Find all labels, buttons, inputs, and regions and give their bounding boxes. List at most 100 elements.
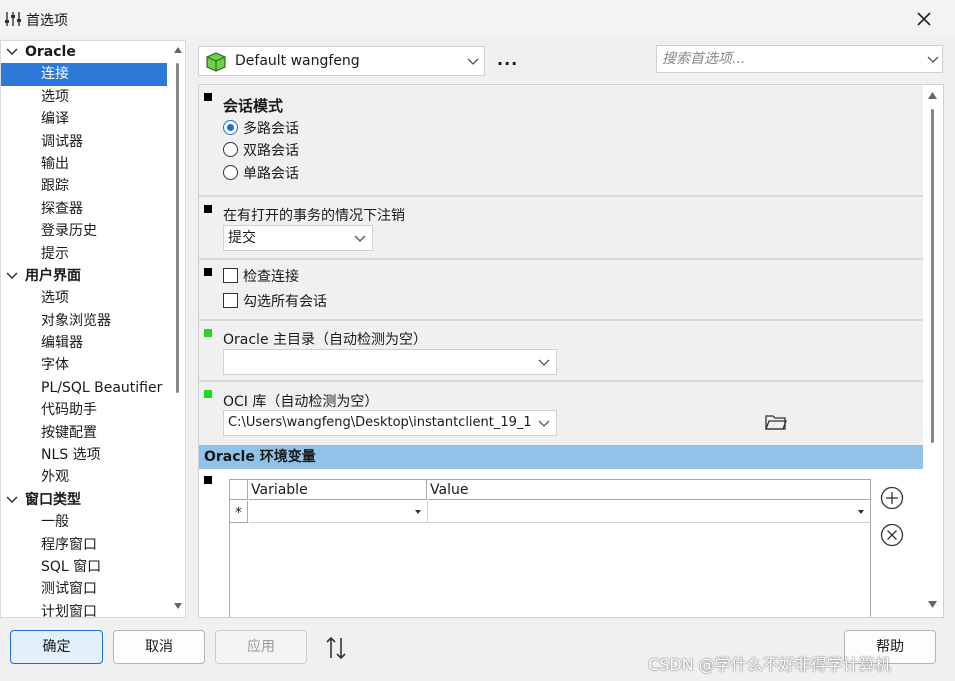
scroll-thumb[interactable]	[176, 63, 179, 393]
chevron-down-icon[interactable]	[538, 359, 550, 367]
chevron-down-icon[interactable]	[6, 48, 18, 56]
tree-item-sql-window[interactable]: SQL 窗口	[1, 556, 171, 578]
oracle-home-select[interactable]	[223, 349, 557, 375]
scroll-up-icon[interactable]	[928, 92, 937, 99]
dropdown-arrow-icon[interactable]	[415, 510, 421, 514]
tree-item-ui-options[interactable]: 选项	[1, 287, 171, 309]
chevron-down-icon[interactable]	[538, 420, 550, 428]
tree-item-key-config[interactable]: 按键配置	[1, 422, 171, 444]
logoff-label: 在有打开的事务的情况下注销	[223, 208, 405, 224]
tree-group-user-interface[interactable]: 用户界面	[1, 265, 171, 287]
tree-scrollbar[interactable]	[171, 41, 185, 617]
tree-item-beautifier[interactable]: PL/SQL Beautifier	[1, 377, 171, 399]
cancel-button[interactable]: 取消	[113, 630, 205, 664]
tree-item-general[interactable]: 一般	[1, 511, 171, 533]
checkbox[interactable]	[223, 268, 238, 283]
panel-scrollbar[interactable]	[923, 85, 943, 617]
tree-item-hints[interactable]: 提示	[1, 243, 171, 265]
tree-item-options[interactable]: 选项	[1, 86, 171, 108]
tree-item-plan-window[interactable]: 计划窗口	[1, 601, 171, 617]
tree-item-debugger[interactable]: 调试器	[1, 131, 171, 153]
tree-item-output[interactable]: 输出	[1, 153, 171, 175]
grid-corner	[230, 480, 248, 500]
folder-open-icon[interactable]	[765, 413, 787, 431]
section-marker-green	[204, 390, 212, 398]
add-row-icon[interactable]	[880, 486, 904, 510]
tree-item-code-assistant[interactable]: 代码助手	[1, 399, 171, 421]
logoff-value: 提交	[228, 230, 256, 246]
oracle-home-label: Oracle 主目录（自动检测为空）	[223, 332, 428, 348]
variable-cell[interactable]	[249, 501, 428, 523]
radio-multi-session[interactable]: 多路会话	[223, 118, 299, 140]
profile-name: Default wangfeng	[235, 53, 360, 69]
chevron-down-icon[interactable]	[467, 58, 479, 66]
ok-button[interactable]: 确定	[10, 630, 103, 664]
settings-panel: 会话模式 多路会话 双路会话 单路会话 在有打开的事务的情况下注销 提交 检查连…	[198, 84, 944, 618]
tree-item-trace[interactable]: 跟踪	[1, 175, 171, 197]
section-marker-green	[204, 329, 212, 337]
chevron-down-icon[interactable]	[354, 235, 366, 243]
delete-row-icon[interactable]	[880, 523, 904, 547]
oci-library-label: OCI 库（自动检测为空）	[223, 394, 379, 410]
radio-button-checked[interactable]	[223, 120, 238, 135]
check-all-sessions-option[interactable]: 勾选所有会话	[223, 291, 327, 313]
tree-item-nls-options[interactable]: NLS 选项	[1, 444, 171, 466]
chevron-down-icon[interactable]	[927, 56, 939, 64]
tree-item-program-window[interactable]: 程序窗口	[1, 534, 171, 556]
tree-item-login-history[interactable]: 登录历史	[1, 220, 171, 242]
tree-item-profiler[interactable]: 探查器	[1, 198, 171, 220]
tree-item-object-browser[interactable]: 对象浏览器	[1, 310, 171, 332]
radio-single-session[interactable]: 单路会话	[223, 163, 299, 185]
radio-label: 双路会话	[243, 143, 299, 159]
window-title: 首选项	[26, 13, 68, 29]
tree-item-test-window[interactable]: 测试窗口	[1, 578, 171, 600]
radio-button[interactable]	[223, 142, 238, 157]
user-profile-cube-icon	[206, 52, 226, 72]
more-button[interactable]: ...	[497, 50, 518, 69]
section-marker	[204, 205, 212, 213]
oracle-home-section: Oracle 主目录（自动检测为空）	[199, 321, 923, 382]
check-connection-section: 检查连接 勾选所有会话	[199, 260, 923, 321]
tree-item-connection[interactable]: 连接	[1, 63, 167, 86]
tree-group-window-types[interactable]: 窗口类型	[1, 489, 171, 511]
scroll-down-icon[interactable]	[174, 603, 182, 609]
session-mode-title: 会话模式	[223, 97, 284, 115]
apply-button[interactable]: 应用	[215, 630, 307, 664]
checkbox[interactable]	[223, 293, 238, 308]
oci-library-select[interactable]: C:\Users\wangfeng\Desktop\instantclient_…	[223, 410, 557, 436]
dropdown-arrow-icon[interactable]	[858, 510, 864, 514]
sliders-icon	[5, 12, 21, 26]
column-header-variable[interactable]: Variable	[249, 480, 427, 500]
tree-item-appearance[interactable]: 外观	[1, 466, 171, 488]
scroll-up-icon[interactable]	[174, 47, 182, 53]
search-box[interactable]	[656, 45, 943, 73]
column-header-value[interactable]: Value	[428, 480, 870, 500]
logoff-section: 在有打开的事务的情况下注销 提交	[199, 197, 923, 260]
chevron-down-icon[interactable]	[6, 272, 18, 280]
radio-dual-session[interactable]: 双路会话	[223, 140, 299, 162]
env-variables-header: Oracle 环境变量	[199, 445, 923, 469]
checkbox-label: 检查连接	[243, 269, 299, 285]
check-connection-option[interactable]: 检查连接	[223, 266, 299, 288]
tree-group-oracle[interactable]: Oracle	[1, 41, 171, 63]
chevron-down-icon[interactable]	[6, 496, 18, 504]
tree-group-label: Oracle	[25, 44, 76, 60]
new-row-marker: *	[230, 501, 248, 523]
env-variables-grid[interactable]: Variable Value *	[229, 479, 871, 617]
scroll-thumb[interactable]	[931, 109, 934, 443]
logoff-select[interactable]: 提交	[223, 225, 373, 251]
tree-item-font[interactable]: 字体	[1, 354, 171, 376]
tree-group-label: 用户界面	[25, 267, 81, 284]
search-input[interactable]	[660, 49, 910, 69]
sort-arrows-icon[interactable]	[324, 635, 348, 661]
scroll-down-icon[interactable]	[928, 601, 937, 608]
close-icon[interactable]	[914, 9, 934, 29]
profile-select[interactable]: Default wangfeng	[198, 46, 485, 76]
value-cell[interactable]	[428, 501, 870, 523]
radio-button[interactable]	[223, 165, 238, 180]
tree-item-editor[interactable]: 编辑器	[1, 332, 171, 354]
session-mode-section: 会话模式 多路会话 双路会话 单路会话	[199, 85, 923, 197]
tree-item-compile[interactable]: 编译	[1, 108, 171, 130]
tree-list: Oracle 连接 选项 编译 调试器 输出 跟踪 探查器 登录历史 提示 用户…	[1, 41, 171, 617]
tree-group-label: 窗口类型	[25, 491, 81, 508]
